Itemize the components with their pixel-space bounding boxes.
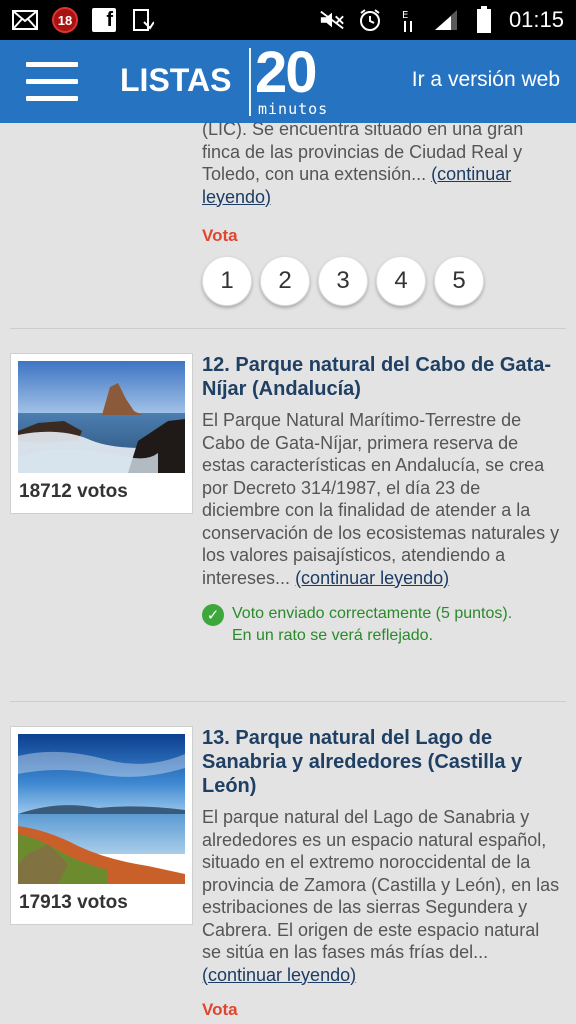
item-title[interactable]: 13. Parque natural del Lago de Sanabria …	[202, 726, 562, 798]
web-version-link[interactable]: Ir a versión web	[412, 68, 560, 92]
vote-success-message: ✓ Voto enviado correctamente (5 puntos).…	[202, 603, 562, 647]
notification-badge: 18	[52, 7, 78, 33]
vota-label: Vota	[202, 1000, 238, 1019]
vote-count: 18712 votos	[19, 481, 128, 502]
clock: 01:15	[508, 7, 564, 32]
battery-icon	[471, 6, 497, 33]
rating-button-1[interactable]: 1	[202, 256, 252, 306]
signal-icon	[433, 9, 459, 31]
mail-icon	[12, 9, 38, 31]
check-circle-icon: ✓	[202, 604, 224, 626]
app-header: LISTAS 20 minutos Ir a versión web	[0, 40, 576, 123]
menu-icon[interactable]	[26, 62, 78, 102]
brand-minutos: minutos	[258, 100, 329, 118]
continue-reading-link[interactable]: (continuar leyendo)	[295, 568, 449, 588]
vota-label: Vota	[202, 226, 238, 245]
brand-separator	[249, 48, 251, 116]
item-description: (LIC). Se encuentra situado en una gran …	[202, 119, 524, 207]
item-thumbnail[interactable]: 17913 votos	[10, 726, 193, 925]
item-description: El Parque Natural Marítimo-Terrestre de …	[202, 410, 560, 588]
alarm-icon	[357, 9, 383, 31]
rating-buttons: 1 2 3 4 5	[202, 256, 562, 306]
success-line: En un rato se verá reflejado.	[232, 627, 434, 644]
brand-20[interactable]: 20	[255, 44, 317, 102]
coast-photo	[18, 361, 185, 473]
rating-button-2[interactable]: 2	[260, 256, 310, 306]
vote-count: 17913 votos	[19, 892, 128, 913]
status-bar: 18 f E 01:15	[0, 0, 576, 40]
data-transfer-icon: E	[395, 9, 421, 32]
divider	[10, 701, 566, 702]
download-icon	[130, 9, 156, 31]
lake-photo	[18, 734, 185, 884]
item-thumbnail[interactable]: 18712 votos	[10, 353, 193, 514]
continue-reading-link[interactable]: (continuar leyendo)	[202, 965, 356, 985]
brand-listas[interactable]: LISTAS	[120, 62, 231, 99]
rating-button-4[interactable]: 4	[376, 256, 426, 306]
rating-button-5[interactable]: 5	[434, 256, 484, 306]
item-title[interactable]: 12. Parque natural del Cabo de Gata-Níja…	[202, 353, 562, 401]
item-description: El parque natural del Lago de Sanabria y…	[202, 807, 560, 985]
divider	[10, 328, 566, 329]
facebook-icon: f	[92, 8, 116, 32]
svg-text:E: E	[402, 10, 408, 21]
rating-button-3[interactable]: 3	[318, 256, 368, 306]
mute-icon	[319, 9, 345, 31]
success-line: Voto enviado correctamente (5 puntos).	[232, 605, 513, 622]
